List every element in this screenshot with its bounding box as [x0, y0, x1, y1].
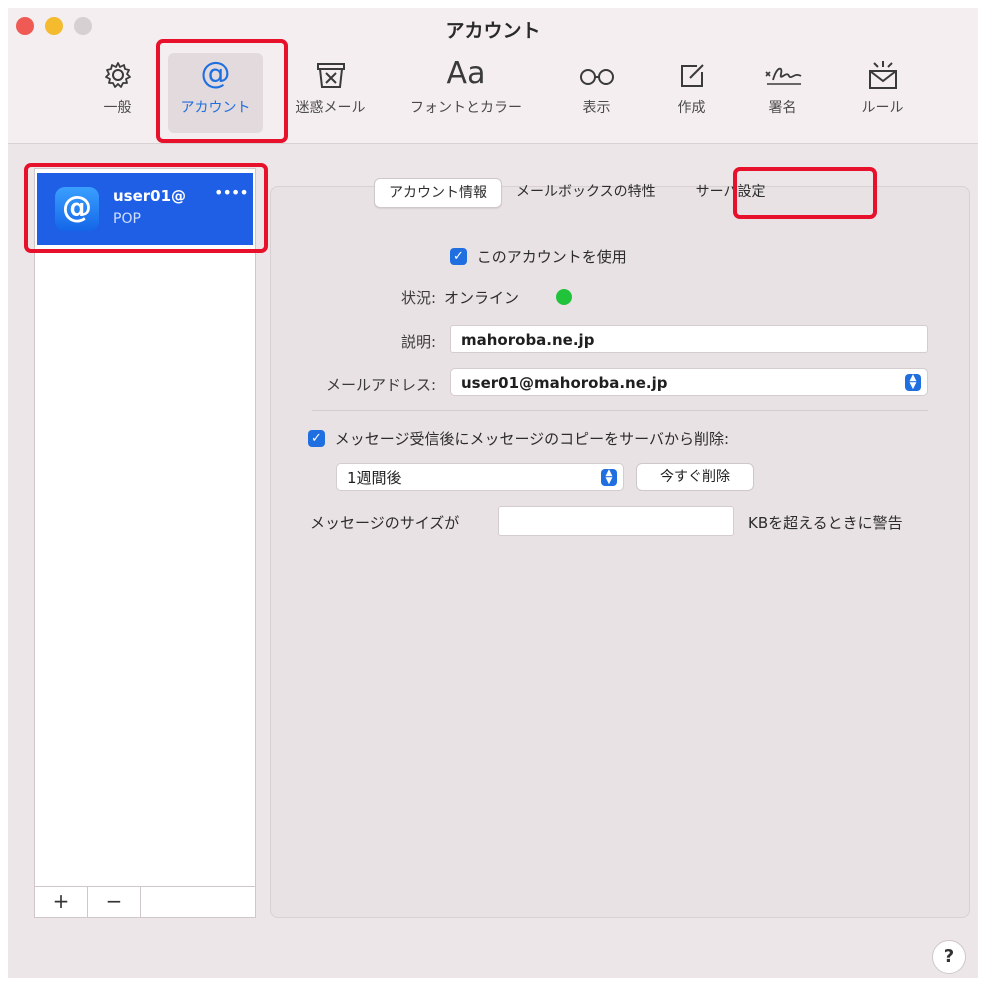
toolbar-fonts-label: フォントとカラー: [410, 100, 522, 116]
font-icon: Aa: [446, 56, 486, 91]
highlight-accounts-tab: [156, 39, 288, 143]
title-bar: アカウント 一般 @ アカウント 迷惑メール Aa フォントとカラー 表示 作成…: [8, 8, 978, 144]
highlight-server-settings-tab: [733, 167, 877, 219]
highlight-account-item: [24, 163, 268, 253]
window-title: アカウント: [445, 20, 541, 42]
glasses-icon: [549, 53, 644, 95]
email-address-select[interactable]: user01@mahoroba.ne.jp ▲ ▼: [450, 368, 928, 396]
preferences-window: アカウント 一般 @ アカウント 迷惑メール Aa フォントとカラー 表示 作成…: [8, 8, 978, 978]
tab-account-info[interactable]: アカウント情報: [374, 178, 502, 208]
junk-bin-icon: [283, 53, 378, 95]
section-divider: [312, 410, 928, 411]
status-online-indicator: [556, 289, 572, 305]
delete-now-button[interactable]: 今すぐ削除: [636, 463, 754, 491]
email-label: メールアドレス:: [325, 376, 436, 394]
toolbar-rules-label: ルール: [861, 100, 904, 116]
accounts-list: @ user01@ •••• POP: [34, 168, 256, 918]
size-warning-prefix: メッセージのサイズが: [310, 514, 460, 532]
remove-account-button[interactable]: −: [88, 887, 141, 917]
enable-account-label: このアカウントを使用: [476, 248, 627, 266]
email-address-value: user01@mahoroba.ne.jp: [461, 374, 668, 392]
toolbar-viewing[interactable]: 表示: [549, 53, 644, 133]
tab-mailbox-behaviors[interactable]: メールボックスの特性: [502, 178, 670, 206]
select-stepper-icon: ▲ ▼: [905, 374, 921, 391]
description-label: 説明:: [400, 333, 436, 351]
delete-copy-label: メッセージ受信後にメッセージのコピーをサーバから削除:: [334, 430, 730, 448]
status-value: オンライン: [444, 289, 520, 307]
account-list-buttons: + −: [34, 886, 256, 918]
compose-icon: [644, 53, 739, 95]
description-field[interactable]: mahoroba.ne.jp: [450, 325, 928, 353]
size-warning-suffix: KBを超えるときに警告: [748, 514, 903, 532]
enable-account-checkbox[interactable]: ✓: [450, 248, 467, 265]
delete-period-select[interactable]: 1週間後 ▲ ▼: [336, 463, 624, 491]
signature-icon: [735, 53, 830, 95]
toolbar-composing-label: 作成: [677, 100, 706, 116]
toolbar-viewing-label: 表示: [582, 100, 611, 116]
help-button[interactable]: ?: [932, 940, 966, 974]
add-account-button[interactable]: +: [35, 887, 88, 917]
toolbar-rules[interactable]: ルール: [835, 53, 930, 133]
settings-tabs: アカウント情報 メールボックスの特性 サーバ設定: [374, 178, 779, 208]
toolbar-signatures[interactable]: 署名: [735, 53, 830, 133]
account-settings-panel: [270, 186, 970, 918]
toolbar-composing[interactable]: 作成: [644, 53, 739, 133]
status-label: 状況:: [400, 289, 436, 307]
delete-period-value: 1週間後: [347, 469, 402, 487]
toolbar-general[interactable]: 一般: [70, 53, 165, 133]
delete-copy-row[interactable]: ✓ メッセージ受信後にメッセージのコピーをサーバから削除:: [308, 428, 729, 449]
toolbar-junk-label: 迷惑メール: [295, 100, 366, 116]
toolbar-junk-mail[interactable]: 迷惑メール: [283, 53, 378, 133]
delete-copy-checkbox[interactable]: ✓: [308, 430, 325, 447]
select-stepper-icon: ▲ ▼: [601, 469, 617, 486]
toolbar-signatures-label: 署名: [768, 100, 797, 116]
size-limit-field[interactable]: [498, 506, 734, 536]
gear-icon: [70, 53, 165, 95]
rules-envelope-icon: [835, 53, 930, 95]
toolbar-fonts-colors[interactable]: Aa フォントとカラー: [400, 53, 532, 133]
enable-account-row[interactable]: ✓ このアカウントを使用: [450, 246, 627, 267]
toolbar-general-label: 一般: [103, 100, 132, 116]
